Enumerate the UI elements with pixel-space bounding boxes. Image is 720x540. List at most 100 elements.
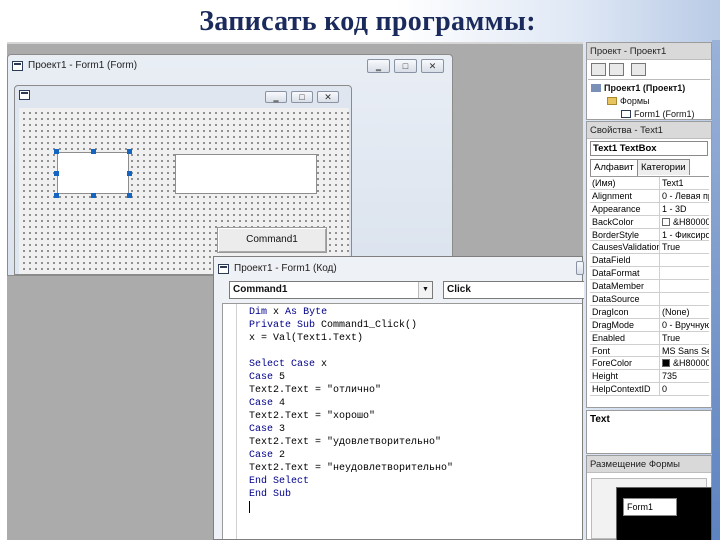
property-row[interactable]: BackColor &H80000 — [590, 215, 709, 229]
command1-button[interactable]: Command1 — [217, 227, 327, 253]
property-row[interactable]: Enabled True — [590, 331, 709, 345]
form1-maximize-button[interactable]: □ — [291, 91, 313, 103]
property-value[interactable]: 1 - 3D — [660, 203, 709, 215]
toggle-folders-icon[interactable] — [631, 63, 646, 76]
property-value[interactable]: 0 - Левая пр — [660, 190, 709, 202]
property-value[interactable]: &H80000 — [660, 216, 709, 228]
code-line[interactable]: Case 5 — [249, 371, 453, 384]
tree-item-form1[interactable]: Form1 (Form1) — [621, 109, 695, 119]
property-row[interactable]: DragMode 0 - Вручную — [590, 318, 709, 332]
code-window[interactable]: Проект1 - Form1 (Код) Command1 ▼ Click D… — [213, 256, 584, 540]
code-line[interactable]: Text2.Text = "отлично" — [249, 384, 453, 397]
object-selector-value: Text1 TextBox — [593, 143, 657, 154]
property-row[interactable]: DataMember — [590, 280, 709, 294]
view-object-icon[interactable] — [609, 63, 624, 76]
property-row[interactable]: BorderStyle 1 - Фиксиро — [590, 228, 709, 242]
code-line[interactable]: Case 2 — [249, 449, 453, 462]
resize-handle[interactable] — [54, 149, 59, 154]
resize-handle[interactable] — [54, 171, 59, 176]
property-row[interactable]: DataFormat — [590, 267, 709, 281]
code-gutter — [223, 304, 237, 539]
tab-alphabetic[interactable]: Алфавит — [590, 159, 638, 176]
code-line[interactable]: Text2.Text = "хорошо" — [249, 410, 453, 423]
property-value[interactable]: True — [660, 332, 709, 344]
form-layout-canvas: Form1 — [591, 478, 712, 540]
property-row[interactable]: DragIcon (None) — [590, 305, 709, 319]
property-value-text: 735 — [662, 371, 678, 382]
resize-handle[interactable] — [91, 149, 96, 154]
property-row[interactable]: ForeColor &H80000 — [590, 357, 709, 371]
property-description-title: Text — [590, 414, 610, 425]
code-line[interactable]: Text2.Text = "удовлетворительно" — [249, 436, 453, 449]
close-button[interactable]: ✕ — [421, 59, 444, 73]
property-grid[interactable]: (Имя) Text1 Alignment 0 - Левая пр Appearanc… — [590, 176, 709, 397]
view-code-icon[interactable] — [591, 63, 606, 76]
code-line[interactable]: End Sub — [249, 488, 453, 501]
resize-handle[interactable] — [127, 171, 132, 176]
text2-textbox[interactable] — [175, 154, 317, 194]
property-description: Text — [586, 410, 712, 454]
form1-minimize-button[interactable]: ‗ — [265, 91, 287, 103]
resize-handle[interactable] — [127, 193, 132, 198]
property-value[interactable]: (None) — [660, 306, 709, 318]
code-line[interactable]: Case 4 — [249, 397, 453, 410]
procedure-combo[interactable]: Click — [443, 281, 584, 299]
property-value[interactable]: 1 - Фиксиро — [660, 229, 709, 241]
property-value[interactable]: &H80000 — [660, 357, 709, 369]
resize-handle[interactable] — [127, 149, 132, 154]
property-row[interactable]: HelpContextID 0 — [590, 383, 709, 397]
property-value[interactable]: 0 - Вручную — [660, 319, 709, 331]
code-line[interactable]: x = Val(Text1.Text) — [249, 332, 453, 345]
property-value[interactable]: 0 — [660, 383, 709, 395]
property-value[interactable]: 735 — [660, 370, 709, 382]
chevron-down-icon[interactable]: ▼ — [418, 282, 432, 298]
property-value[interactable] — [660, 280, 709, 292]
property-value-text: Text1 — [662, 178, 684, 188]
code-window-minimize-button[interactable] — [576, 261, 584, 275]
code-line-cursor[interactable] — [249, 501, 453, 514]
code-line[interactable] — [249, 345, 453, 358]
property-row[interactable]: DataField — [590, 254, 709, 268]
property-value[interactable] — [660, 293, 709, 305]
resize-handle[interactable] — [54, 193, 59, 198]
property-row[interactable]: Alignment 0 - Левая пр — [590, 189, 709, 203]
slide-title: Записать код программы: — [199, 6, 536, 37]
property-row[interactable]: Height 735 — [590, 370, 709, 384]
code-line[interactable]: Text2.Text = "неудовлетворительно" — [249, 462, 453, 475]
maximize-button[interactable]: □ — [394, 59, 417, 73]
resize-handle[interactable] — [91, 193, 96, 198]
property-value[interactable]: MS Sans Ser — [660, 345, 709, 357]
object-selector[interactable]: Text1 TextBox — [590, 141, 708, 156]
object-combo[interactable]: Command1 ▼ — [229, 281, 433, 299]
color-swatch — [662, 359, 670, 368]
property-value[interactable]: True — [660, 241, 709, 253]
form-layout-preview[interactable]: Form1 — [616, 487, 712, 540]
form1-close-button[interactable]: ✕ — [317, 91, 339, 103]
code-line[interactable]: Dim x As Byte — [249, 306, 453, 319]
property-value[interactable] — [660, 254, 709, 266]
property-name: BackColor — [590, 215, 660, 228]
code-line[interactable]: Select Case x — [249, 358, 453, 371]
property-row[interactable]: (Имя) Text1 — [590, 177, 709, 190]
code-line[interactable]: Case 3 — [249, 423, 453, 436]
code-line[interactable]: End Select — [249, 475, 453, 488]
code-editor[interactable]: Dim x As Byte Private Sub Command1_Click(… — [222, 303, 582, 539]
property-row[interactable]: Appearance 1 - 3D — [590, 202, 709, 216]
text1-textbox[interactable] — [57, 152, 129, 194]
property-row[interactable]: DataSource — [590, 293, 709, 306]
property-row[interactable]: CausesValidation True — [590, 241, 709, 255]
property-row[interactable]: FontMS Sans Ser — [590, 344, 709, 358]
tree-item-project[interactable]: Проект1 (Проект1) — [591, 83, 685, 93]
tab-categorized[interactable]: Категории — [637, 159, 690, 175]
code-window-titlebar[interactable]: Проект1 - Form1 (Код) — [214, 257, 582, 281]
tree-item-forms[interactable]: Формы — [607, 96, 650, 106]
minimize-button[interactable]: ‗ — [367, 59, 390, 73]
property-value[interactable]: Text1 — [660, 177, 709, 189]
code-line[interactable]: Private Sub Command1_Click() — [249, 319, 453, 332]
color-swatch — [662, 217, 670, 226]
code-lines[interactable]: Dim x As Byte Private Sub Command1_Click(… — [249, 306, 453, 514]
text-cursor — [249, 501, 250, 513]
form-layout-label: Form1 — [623, 498, 677, 516]
property-value[interactable] — [660, 267, 709, 279]
property-name: Alignment — [590, 189, 660, 202]
